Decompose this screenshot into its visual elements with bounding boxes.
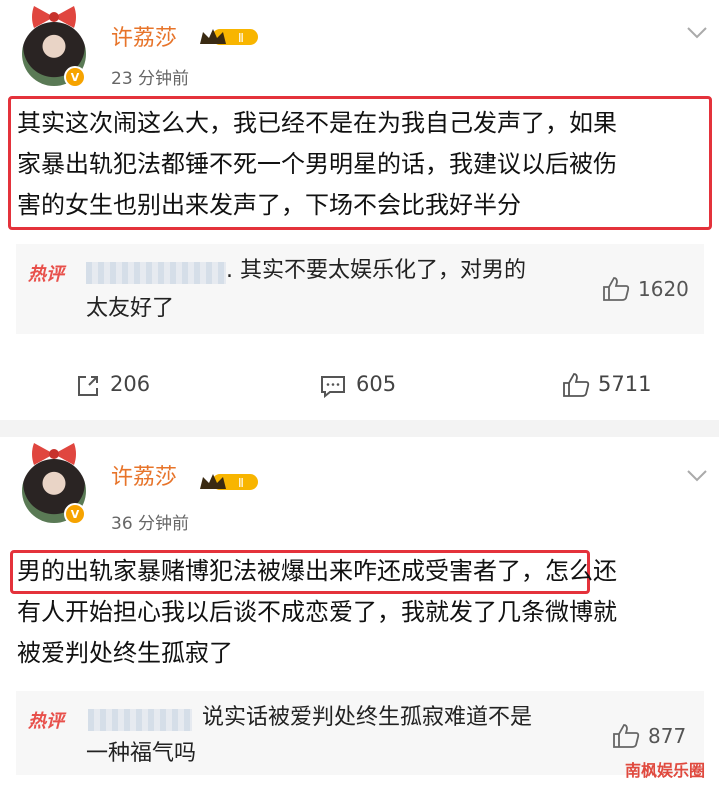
vip-level: Ⅱ bbox=[238, 31, 244, 45]
blurred-username bbox=[88, 709, 192, 731]
thumbs-up-icon[interactable] bbox=[612, 723, 640, 749]
hot-comment-line: 一种福气吗 bbox=[86, 741, 197, 766]
watermark: 南枫娱乐圈 bbox=[624, 761, 705, 780]
chevron-down-icon[interactable] bbox=[686, 469, 708, 483]
content-line: 男的出轨家暴赌博犯法被爆出来咋还成受害者了，怎么还 bbox=[17, 551, 617, 592]
hot-comment-text: . 其实不要太娱乐化了，对男的 bbox=[226, 252, 526, 290]
hot-comment-like-count: 877 bbox=[648, 724, 687, 748]
repost-count[interactable]: 206 bbox=[110, 372, 150, 396]
vip-crown-icon: Ⅱ bbox=[200, 29, 258, 45]
bow-icon bbox=[32, 6, 76, 28]
post-time: 23 分钟前 bbox=[111, 69, 190, 89]
comment-icon[interactable] bbox=[320, 374, 346, 398]
post-content: 其实这次闹这么大，我已经不是在为我自己发声了，如果 家暴出轨犯法都锤不死一个男明… bbox=[17, 103, 617, 226]
weibo-post-1: V 许荔莎 Ⅱ 23 分钟前 其实这次闹这么大，我已经不是在为我自己发声了，如果… bbox=[0, 0, 719, 420]
vip-crown-icon: Ⅱ bbox=[200, 474, 258, 490]
hot-comment-label: 热评 bbox=[28, 711, 64, 732]
content-text: ，怎么还 bbox=[521, 557, 617, 585]
username[interactable]: 许荔莎 bbox=[111, 20, 177, 52]
content-line: 害的女生也别出来发声了，下场不会比我好半分 bbox=[17, 191, 521, 219]
content-line: 其实这次闹这么大，我已经不是在为我自己发声了，如果 bbox=[17, 109, 617, 137]
comment-count[interactable]: 605 bbox=[356, 372, 396, 396]
verified-badge-icon: V bbox=[64, 503, 86, 525]
post-time: 36 分钟前 bbox=[111, 514, 190, 534]
content-line: 有人开始担心我以后谈不成恋爱了，我就发了几条微博就 bbox=[17, 598, 617, 626]
hot-comment-line: 太友好了 bbox=[86, 296, 175, 321]
bow-icon bbox=[32, 443, 76, 465]
username[interactable]: 许荔莎 bbox=[111, 459, 177, 491]
vip-level: Ⅱ bbox=[238, 476, 244, 490]
content-line: 被爱判处终生孤寂了 bbox=[17, 639, 233, 667]
like-count[interactable]: 5711 bbox=[598, 372, 651, 396]
hot-comment-text-2: 太友好了 bbox=[86, 290, 174, 328]
hot-comment[interactable]: 热评 . 其实不要太娱乐化了，对男的 太友好了 1620 bbox=[16, 244, 704, 334]
thumbs-up-icon[interactable] bbox=[562, 372, 590, 398]
verified-badge-icon: V bbox=[64, 66, 86, 88]
chevron-down-icon[interactable] bbox=[686, 26, 708, 40]
hot-comment-like-count: 1620 bbox=[638, 277, 689, 301]
hot-comment-label: 热评 bbox=[28, 264, 64, 285]
highlighted-text: 男的出轨家暴赌博犯法被爆出来咋还成受害者了 bbox=[17, 557, 521, 585]
blurred-username bbox=[86, 262, 226, 284]
hot-comment[interactable]: 热评 说实话被爱判处终生孤寂难道不是 一种福气吗 877 bbox=[16, 691, 704, 775]
hot-comment-text-2: 一种福气吗 bbox=[86, 735, 196, 773]
hot-comment-text: 说实话被爱判处终生孤寂难道不是 bbox=[202, 699, 532, 737]
repost-icon[interactable] bbox=[76, 374, 100, 398]
thumbs-up-icon[interactable] bbox=[602, 276, 630, 302]
content-line: 家暴出轨犯法都锤不死一个男明星的话，我建议以后被伤 bbox=[17, 150, 617, 178]
hot-comment-line: . 其实不要太娱乐化了，对男的 bbox=[226, 258, 526, 283]
post-content: 男的出轨家暴赌博犯法被爆出来咋还成受害者了，怎么还 有人开始担心我以后谈不成恋爱… bbox=[17, 551, 617, 674]
weibo-post-2: V 许荔莎 Ⅱ 36 分钟前 男的出轨家暴赌博犯法被爆出来咋还成受害者了，怎么还… bbox=[0, 437, 719, 789]
hot-comment-line: 说实话被爱判处终生孤寂难道不是 bbox=[202, 705, 533, 730]
